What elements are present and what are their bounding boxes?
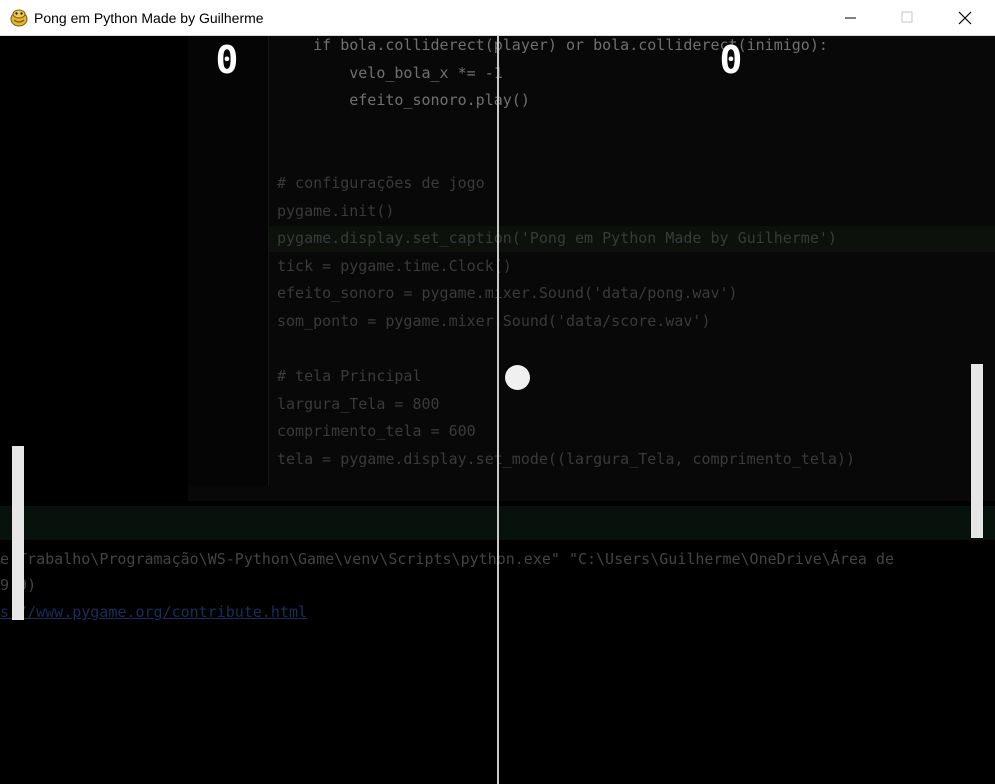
minimize-icon xyxy=(845,17,856,19)
ghost-code-line: largura_Tela = 800 xyxy=(277,394,440,413)
ghost-code-line: pygame.display.set_caption('Pong em Pyth… xyxy=(277,229,837,248)
minimize-button[interactable] xyxy=(828,0,874,36)
ghost-code-line: pygame.init() xyxy=(277,201,395,220)
ghost-code-line: tela = pygame.display.set_mode((largura_… xyxy=(277,450,855,468)
ghost-terminal-line: e Trabalho\Programação\WS-Python\Game\ve… xyxy=(0,550,895,568)
game-canvas[interactable]: if bola.colliderect(player) or bola.coll… xyxy=(0,36,995,784)
enemy-score: 0 xyxy=(719,38,743,82)
player-paddle xyxy=(12,446,24,620)
close-icon xyxy=(958,11,972,25)
ghost-code-line: # configurações de jogo xyxy=(277,174,485,192)
ghost-gutter xyxy=(188,36,269,486)
center-net xyxy=(497,36,499,784)
ghost-code-line: som_ponto = pygame.mixer.Sound('data/sco… xyxy=(277,312,711,330)
maximize-button[interactable] xyxy=(884,0,930,36)
ghost-terminal-link: s://www.pygame.org/contribute.html xyxy=(0,603,308,621)
ghost-code-line: efeito_sonoro = pygame.mixer.Sound('data… xyxy=(277,284,738,303)
python-snake-icon xyxy=(9,8,29,28)
window-title: Pong em Python Made by Guilherme xyxy=(34,10,264,26)
close-button[interactable] xyxy=(942,0,988,36)
ball xyxy=(505,365,530,390)
ghost-code-line: efeito_sonoro.play() xyxy=(277,91,530,110)
enemy-paddle xyxy=(971,364,983,538)
player-score: 0 xyxy=(215,38,239,82)
window-titlebar[interactable]: Pong em Python Made by Guilherme xyxy=(0,0,995,36)
ghost-code-line: # tela Principal xyxy=(277,367,422,386)
ghost-code-line: comprimento_tela = 600 xyxy=(277,422,476,441)
maximize-icon xyxy=(901,11,913,23)
ghost-code-line: velo_bola_x *= -1 xyxy=(277,63,503,82)
ghost-code-line: tick = pygame.time.Clock() xyxy=(277,256,512,275)
